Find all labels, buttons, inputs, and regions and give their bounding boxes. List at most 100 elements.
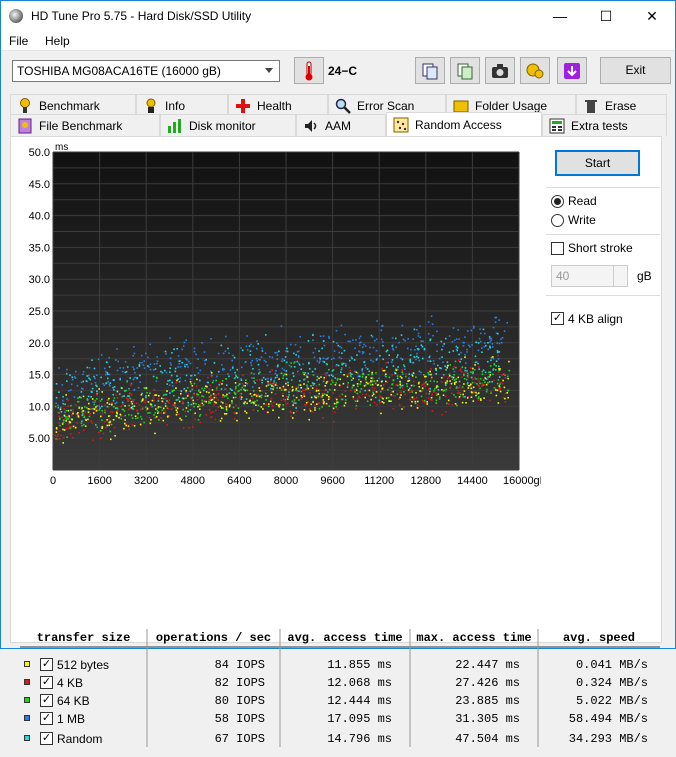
menu-file[interactable]: File	[9, 34, 28, 48]
data-point	[260, 406, 263, 408]
data-point	[55, 397, 58, 399]
data-point	[174, 406, 177, 409]
data-point	[436, 330, 438, 333]
short-stroke-checkbox[interactable]	[551, 242, 564, 255]
short-stroke-spinner[interactable]: 40	[551, 265, 628, 287]
data-point	[295, 402, 297, 404]
close-button[interactable]: ✕	[629, 1, 675, 31]
app-icon	[9, 9, 23, 23]
tab-info[interactable]: Info	[136, 94, 228, 116]
data-point	[162, 419, 165, 422]
data-point	[302, 371, 305, 374]
data-point	[468, 344, 470, 347]
data-point	[61, 384, 64, 386]
short-stroke-value: 40	[556, 269, 570, 283]
series-checkbox[interactable]: ✓	[40, 694, 53, 707]
data-point	[234, 388, 237, 391]
data-point	[371, 394, 374, 397]
data-point	[490, 392, 492, 394]
data-point	[396, 393, 399, 395]
data-point	[392, 365, 395, 367]
tab-aam[interactable]: AAM	[296, 114, 386, 136]
tab-random-access[interactable]: Random Access	[386, 112, 542, 136]
series-checkbox[interactable]: ✓	[40, 712, 53, 725]
data-point	[87, 411, 90, 413]
data-point	[186, 359, 188, 361]
tab-erase[interactable]: Erase	[576, 94, 667, 116]
spinner-arrows-icon[interactable]	[613, 266, 627, 286]
data-point	[336, 401, 338, 404]
data-point	[278, 350, 280, 353]
data-point	[107, 380, 109, 383]
write-radio[interactable]	[551, 214, 564, 227]
data-point	[64, 417, 67, 420]
data-point	[356, 400, 359, 402]
data-point	[388, 354, 390, 356]
data-point	[169, 379, 171, 382]
tab-benchmark[interactable]: Benchmark	[10, 94, 136, 116]
temperature-button[interactable]	[294, 57, 324, 84]
data-point	[429, 390, 431, 393]
data-point	[155, 380, 158, 382]
data-point	[463, 374, 465, 377]
data-point	[376, 404, 378, 406]
data-point	[245, 379, 247, 381]
screenshot-button[interactable]	[485, 57, 515, 84]
series-checkbox[interactable]: ✓	[40, 676, 53, 689]
data-point	[212, 411, 214, 413]
align-label: 4 KB align	[568, 312, 623, 326]
data-point	[278, 378, 280, 380]
tab-extra-tests[interactable]: Extra tests	[542, 114, 667, 136]
data-point	[427, 372, 429, 374]
data-point	[320, 376, 322, 378]
data-point	[271, 405, 274, 407]
data-point	[105, 361, 108, 363]
options-button[interactable]	[520, 57, 550, 84]
minimize-button[interactable]: —	[537, 1, 583, 31]
data-point	[326, 372, 328, 374]
tab-file-benchmark[interactable]: File Benchmark	[10, 114, 160, 136]
tab-disk-monitor[interactable]: Disk monitor	[160, 114, 296, 136]
exit-button[interactable]: Exit	[600, 57, 671, 84]
data-point	[185, 397, 187, 399]
data-point	[406, 347, 409, 350]
menu-help[interactable]: Help	[45, 34, 70, 48]
data-point	[435, 399, 438, 402]
data-point	[361, 373, 364, 376]
data-point	[481, 373, 484, 375]
drive-select[interactable]: TOSHIBA MG08ACA16TE (16000 gB)	[12, 60, 280, 82]
data-point	[201, 399, 203, 402]
data-point	[259, 390, 261, 392]
series-checkbox[interactable]: ✓	[40, 658, 53, 671]
data-point	[220, 401, 223, 403]
data-point	[275, 369, 277, 372]
save-results-button[interactable]	[557, 57, 587, 84]
series-checkbox[interactable]: ✓	[40, 732, 53, 745]
data-point	[411, 391, 413, 393]
data-point	[325, 382, 328, 384]
data-point	[489, 399, 491, 402]
copy-screenshot-button[interactable]	[450, 57, 480, 84]
data-point	[284, 356, 287, 358]
start-button[interactable]: Start	[555, 150, 640, 176]
tab-health[interactable]: Health	[228, 94, 328, 116]
data-point	[311, 370, 314, 373]
data-point	[108, 403, 111, 405]
data-point	[93, 367, 96, 370]
data-point	[322, 380, 325, 383]
data-point	[176, 375, 178, 377]
data-point	[463, 383, 465, 385]
data-point	[225, 388, 227, 390]
maximize-button[interactable]: ☐	[583, 1, 629, 31]
data-point	[238, 383, 241, 385]
data-point	[159, 365, 161, 367]
data-point	[265, 392, 267, 395]
data-point	[419, 336, 421, 338]
read-radio[interactable]	[551, 195, 564, 208]
data-point	[256, 340, 258, 342]
data-point	[361, 375, 364, 378]
data-point	[436, 385, 438, 387]
align-checkbox[interactable]: ✓	[551, 312, 564, 325]
data-point	[342, 382, 345, 385]
copy-text-button[interactable]	[415, 57, 445, 84]
